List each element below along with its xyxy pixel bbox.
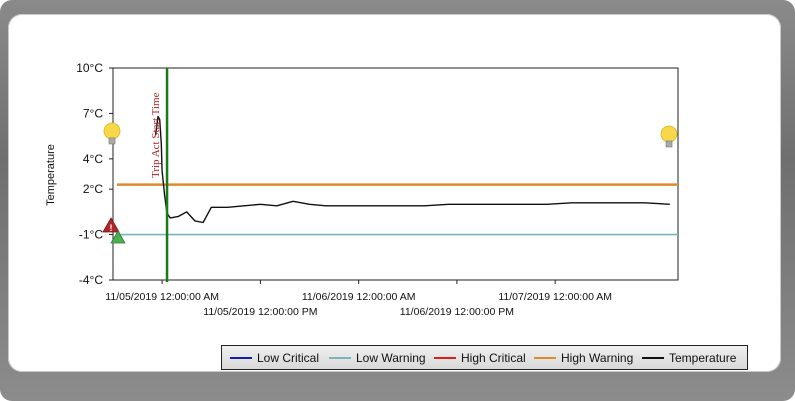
legend-swatch-high-critical [434,356,456,359]
y-tick-label: -1°C [79,228,103,242]
legend-label: Low Warning [356,350,426,365]
y-tick-label: 7°C [83,106,103,120]
bulb-glass [103,122,121,140]
y-tick-label: 4°C [83,152,103,166]
bulb-base [108,137,116,145]
legend-swatch-temperature [642,356,664,359]
y-tick-label: 2°C [83,182,103,196]
legend-item-high-warning: High Warning [534,346,633,369]
x-tick-label: 11/05/2019 12:00:00 PM [203,306,317,318]
legend-label: Low Critical [257,350,320,365]
x-tick-label: 11/07/2019 12:00:00 AM [498,291,612,303]
legend-item-low-critical: Low Critical [230,346,319,369]
x-tick-label: 11/06/2019 12:00:00 AM [302,291,416,303]
temperature-chart: Temperature 10°C 7°C 4°C 2°C -1°C -4°C 11/05/… [45,61,679,318]
y-tick-label: 10°C [76,61,103,75]
legend-swatch-high-warning [534,356,556,359]
legend-item-low-warning: Low Warning [329,346,426,369]
x-tick-label: 11/05/2019 12:00:00 AM [105,291,219,303]
legend-label: High Warning [561,350,634,365]
trip-start-annotation: Trip Act Start Time [150,92,162,178]
legend-item-high-critical: High Critical [434,346,526,369]
y-tick-label: -4°C [79,273,103,287]
legend-swatch-low-critical [230,356,252,359]
legend-item-temperature: Temperature [642,346,736,369]
legend: Low Critical Low Warning High Critical H… [221,345,748,370]
legend-label: High Critical [461,350,526,365]
legend-swatch-low-warning [329,356,351,359]
warning-exclamation-glyph: ! [110,223,113,233]
bulb-base [665,140,673,148]
legend-label: Temperature [669,350,737,365]
plot-area [112,67,679,281]
bulb-glass [660,125,678,143]
x-tick-label: 11/06/2019 12:00:00 PM [400,306,514,318]
y-axis-title: Temperature [45,144,57,206]
